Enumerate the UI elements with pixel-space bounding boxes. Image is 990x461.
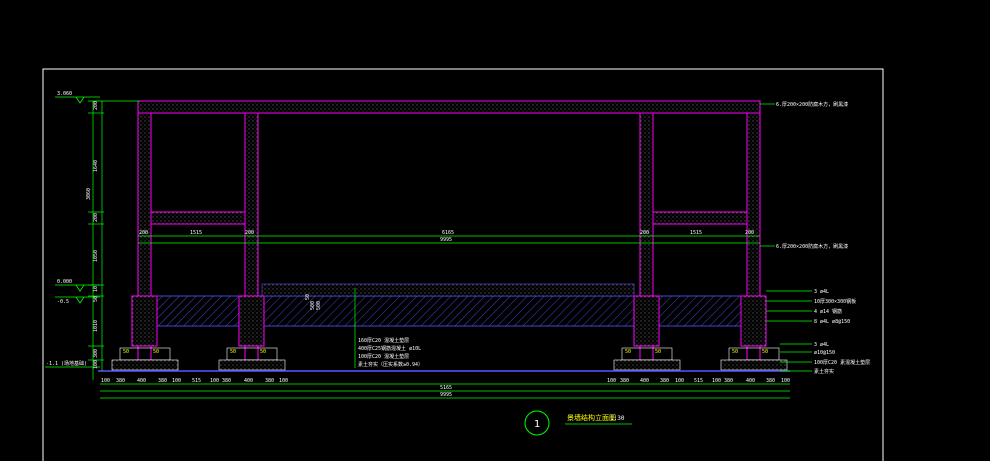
left-dim-label: 100 [93, 360, 99, 369]
column-3 [639, 112, 654, 297]
right-note: 100厚C20 素混凝土垫层 [814, 359, 870, 366]
dim-col-4: 200 [745, 230, 754, 236]
dim-bay-left: 1515 [190, 230, 202, 236]
dim-col-1: 200 [139, 230, 148, 236]
bottom-dim-total: 9995 [440, 392, 452, 398]
drawing-number: 1 [534, 419, 540, 430]
bottom-dim: 380 [265, 378, 274, 384]
center-note: 素土夯实（压实系数≥0.94） [358, 361, 423, 368]
mid-beam-left [150, 211, 246, 225]
top-beam [137, 100, 761, 114]
right-notes: 6.厚200×200防腐木方，刷黑漆 6.厚200×200防腐木方，刷黑漆 3 … [776, 101, 870, 375]
bottom-dim: 515 [192, 378, 201, 384]
ground-slab [137, 295, 761, 327]
bottom-dim: 400 [137, 378, 146, 384]
footing-label: 50 [625, 349, 631, 355]
elevation-markers [75, 96, 85, 304]
right-note: 3 ø4L [814, 342, 829, 348]
dim-pit-3: 50 [305, 294, 311, 300]
drawing-scale: 1:30 [610, 415, 625, 422]
left-dim-label: 1640 [93, 160, 99, 172]
mid-beam-right [652, 211, 748, 225]
cad-drawing: 3.060 0.000 -0.5 -1.1 (场地基础) 200 1640 30… [42, 68, 884, 461]
footing-label: 50 [230, 349, 236, 355]
column-4 [746, 112, 761, 297]
right-note: 6.厚200×200防腐木方，刷黑漆 [776, 243, 848, 250]
bottom-dim-row-1: 100 380 400 380 100 515 100 380 400 380 … [101, 378, 790, 384]
drawing-title: 景墙结构立面图 [567, 413, 616, 422]
bottom-dim: 100 [781, 378, 790, 384]
dim-col-3: 200 [640, 230, 649, 236]
footing-labels: 50 50 50 50 50 50 50 50 [123, 349, 768, 355]
left-dim-label: 10 [93, 286, 99, 292]
footing-label: 50 [732, 349, 738, 355]
left-dim-label: 300 [93, 349, 99, 358]
bottom-dim: 100 [279, 378, 288, 384]
right-note: 4 ø14 钢筋 [814, 308, 842, 315]
left-dim-label: 200 [93, 101, 99, 110]
dim-mid: 6165 [442, 230, 454, 236]
bottom-dim: 100 [210, 378, 219, 384]
bottom-dim: 100 [607, 378, 616, 384]
bottom-dim: 400 [746, 378, 755, 384]
right-note: 6.厚200×200防腐木方，刷黑漆 [776, 101, 848, 108]
bottom-dim: 380 [620, 378, 629, 384]
footing-label: 50 [655, 349, 661, 355]
bottom-dim: 515 [694, 378, 703, 384]
column-2 [244, 112, 259, 297]
center-notes: 160厚C20 混凝土垫层 400厚C25钢筋混凝土 ø10L 100厚C20 … [358, 337, 423, 368]
elevation-bottom: -1.1 (场地基础) [46, 360, 87, 367]
wall-structure [137, 100, 761, 297]
dim-col-2: 200 [245, 230, 254, 236]
footing-label: 50 [762, 349, 768, 355]
bottom-dim: 380 [222, 378, 231, 384]
elevation-ground: 0.000 [57, 279, 72, 285]
bottom-dim: 400 [640, 378, 649, 384]
bottom-dim: 380 [116, 378, 125, 384]
dim-bay-right: 1515 [690, 230, 702, 236]
left-dim-label: 1050 [93, 250, 99, 262]
raised-slab [261, 283, 635, 297]
footing-label: 50 [123, 349, 129, 355]
bottom-dim: 400 [244, 378, 253, 384]
elevation-minus: -0.5 [57, 299, 69, 305]
footing-label: 50 [260, 349, 266, 355]
bottom-dim: 100 [712, 378, 721, 384]
dim-pit-2: 500 [316, 301, 322, 310]
bottom-dim: 380 [158, 378, 167, 384]
footing-label: 50 [153, 349, 159, 355]
bottom-dim: 380 [660, 378, 669, 384]
bottom-dim: 380 [766, 378, 775, 384]
center-note: 160厚C20 混凝土垫层 [358, 337, 409, 344]
left-dim-label: 50 [93, 296, 99, 302]
dimension-lines [45, 96, 812, 425]
right-note: 10厚300×300钢板 [814, 298, 856, 305]
bottom-dim: 100 [101, 378, 110, 384]
center-note: 100厚C20 混凝土垫层 [358, 353, 409, 360]
center-note: 400厚C25钢筋混凝土 ø10L [358, 345, 421, 352]
right-note: 3 ø4L [814, 289, 829, 295]
bottom-dim: 100 [675, 378, 684, 384]
left-dim-labels: 200 1640 3060 200 1050 10 50 1010 300 10… [86, 101, 99, 369]
left-dim-label: 3060 [86, 188, 92, 200]
left-dim-label: 200 [93, 213, 99, 222]
bottom-dim-center: 5165 [440, 385, 452, 391]
left-dim-label: 1010 [93, 320, 99, 332]
elevation-top: 3.060 [57, 91, 72, 97]
column-1 [137, 112, 152, 297]
right-note: 8 ø4L ø8@150 [814, 319, 850, 325]
bottom-dim: 380 [724, 378, 733, 384]
right-note: ø10@150 [814, 350, 835, 356]
dim-total-inner: 9995 [440, 237, 452, 243]
right-note: 素土夯实 [814, 368, 834, 375]
bottom-dim: 100 [172, 378, 181, 384]
